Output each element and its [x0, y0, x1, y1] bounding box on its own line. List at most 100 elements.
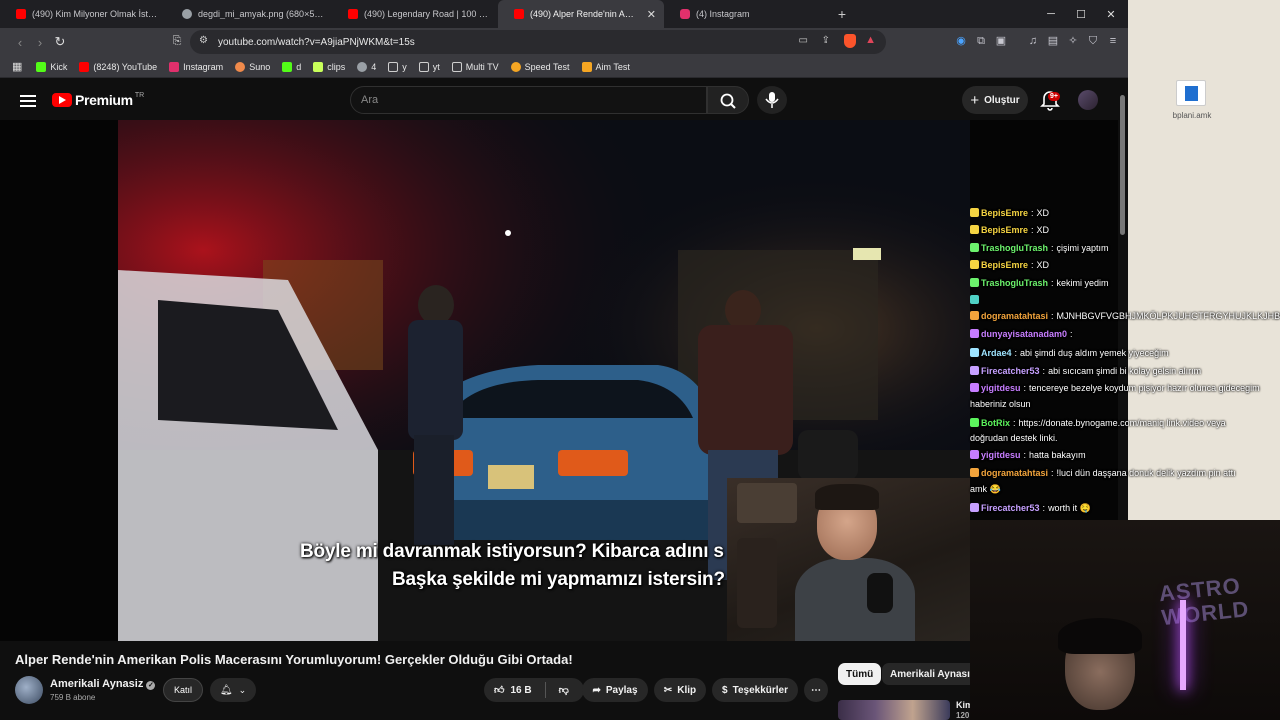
browser-tab-active[interactable]: (490) Alper Rende'nin Amerik ✕ [498, 0, 664, 28]
speech-icon[interactable]: ◉ [954, 34, 968, 48]
rewards-icon[interactable]: ▲ [865, 34, 876, 46]
bookmark-speedtest[interactable]: Speed Test [510, 61, 570, 72]
browser-tab[interactable]: (4) Instagram [664, 0, 830, 28]
bookmark-multitv[interactable]: Multi TV [451, 61, 499, 72]
bookmark-label: Kick [50, 61, 68, 72]
subscription-notify-button[interactable]: 🔔︎ ⌄ [210, 678, 256, 702]
thanks-button[interactable]: $ Teşekkürler [712, 678, 798, 702]
chat-badge-icon [970, 348, 979, 357]
bookmark-aimtest[interactable]: Aim Test [581, 61, 630, 72]
chat-separator: : [1031, 260, 1034, 270]
chat-username: BotRix [981, 418, 1010, 428]
chat-separator: : [1051, 468, 1054, 478]
search-button[interactable] [707, 86, 749, 114]
vpn-icon[interactable]: ⛉ [1086, 34, 1100, 48]
voice-search-button[interactable] [757, 86, 787, 114]
brave-shield-icon[interactable] [844, 34, 856, 48]
dislike-button[interactable]: 👎︎ [559, 684, 569, 696]
menu-icon[interactable]: ≡ [1106, 34, 1120, 48]
create-button[interactable]: + Oluştur [962, 86, 1028, 114]
channel-name[interactable]: Amerikali Aynasiz ✓ [50, 678, 156, 690]
neon-sign: ASTRO WORLD [1157, 572, 1251, 631]
address-field[interactable]: ⚙ youtube.com/watch?v=A9jiaPNjWKM&t=15s … [190, 30, 886, 54]
tab-title: (4) Instagram [696, 9, 750, 19]
chat-text: abi şimdi duş aldım yemek yiyeceğim [1020, 348, 1169, 358]
bookmark-kick[interactable]: Kick [36, 61, 68, 72]
bookmark-label: 4 [371, 61, 377, 72]
clip-label: Klip [677, 684, 697, 696]
screenshot-icon[interactable]: ▣ [994, 34, 1008, 48]
share-button[interactable]: ➦ Paylaş [582, 678, 648, 702]
bookmark-4[interactable]: 4 [357, 61, 377, 72]
channel-avatar[interactable] [15, 676, 43, 704]
close-window-icon[interactable]: ✕ [1096, 0, 1126, 28]
bookmark-folder-y[interactable]: y [388, 61, 407, 72]
back-icon[interactable]: ‹ [10, 35, 30, 50]
bookmark-icon[interactable]: ⎘ [170, 34, 184, 48]
clip-button[interactable]: ✂ Klip [654, 678, 706, 702]
bookmark-clips[interactable]: clips [313, 61, 345, 72]
browser-tab[interactable]: (490) Legendary Road | 100 km/h - Y [332, 0, 498, 28]
chat-badge-icon [970, 260, 979, 269]
wallet-icon[interactable]: ▤ [1046, 34, 1060, 48]
chat-message: BepisEmre: XD [970, 207, 1049, 220]
chat-separator: : [1051, 311, 1054, 321]
account-avatar[interactable] [1078, 90, 1098, 110]
music-icon[interactable]: ♫ [1026, 34, 1040, 48]
microphone [867, 573, 893, 613]
more-actions-button[interactable]: ⋯ [804, 678, 828, 702]
search-icon [720, 93, 736, 109]
video-title: Alper Rende'nin Amerikan Polis Macerasın… [15, 652, 573, 667]
host-webcam-overlay [727, 478, 970, 641]
chip-all[interactable]: Tümü [838, 663, 882, 685]
site-info-icon[interactable]: ⚙ [199, 35, 208, 46]
chat-badge-icon [970, 418, 979, 427]
bookmark-d[interactable]: d [282, 61, 301, 72]
file-icon[interactable] [1176, 80, 1206, 106]
browser-tab[interactable]: degdi_mi_amyak.png (680×580) [166, 0, 332, 28]
apps-grid-icon[interactable]: ▦ [12, 60, 22, 73]
bookmark-youtube[interactable]: (8248) YouTube [79, 61, 157, 72]
chat-message: Firecatcher53: abi sıcıcam şimdi bi kolay… [970, 365, 1201, 378]
chip-channel[interactable]: Amerikali Aynasız [882, 663, 983, 685]
host-shirt [795, 558, 915, 641]
divider [544, 682, 546, 698]
share-icon[interactable]: ⇪ [822, 35, 830, 46]
join-button[interactable]: Katıl [163, 678, 203, 702]
bookmark-folder-yt[interactable]: yt [418, 61, 440, 72]
recommended-video-thumbnail[interactable] [838, 700, 950, 720]
instagram-icon [169, 61, 180, 72]
chat-separator: : [1031, 225, 1034, 235]
like-dislike-group: 👍︎ 16 B 👎︎ [484, 678, 584, 702]
ai-icon[interactable]: ✧ [1066, 34, 1080, 48]
aimtest-icon [581, 61, 592, 72]
chat-username: dogramatahtasi [981, 311, 1049, 321]
youtube-premium-logo[interactable]: Premium TR [52, 92, 144, 108]
chat-separator: : [1014, 348, 1018, 358]
new-tab-button[interactable]: + [830, 6, 854, 22]
maximize-icon[interactable]: ☐ [1066, 0, 1096, 28]
share-label: Paylaş [605, 684, 638, 696]
chat-message: dunyayisatanadam0: [970, 328, 1076, 341]
cast-icon[interactable]: ▭ [799, 35, 808, 46]
extensions-icon[interactable]: ⧉ [974, 34, 988, 48]
subtitle-line-2: Başka şekilde mi yapmamızı istersin? [392, 569, 725, 590]
chat-text: haberiniz olsun [970, 399, 1031, 409]
chat-text: abi sıcıcam şimdi bi kolay gelsin alırım [1048, 366, 1202, 376]
browser-tab[interactable]: (490) Kim Milyoner Olmak İster? 120 [0, 0, 166, 28]
chat-username: Firecatcher53 [981, 503, 1040, 513]
bookmark-suno[interactable]: Suno [235, 61, 270, 72]
search-input[interactable]: Ara [350, 86, 707, 114]
reload-icon[interactable]: ↻ [50, 34, 70, 50]
hamburger-menu-icon[interactable] [20, 92, 36, 108]
globe-icon [182, 9, 192, 19]
like-button[interactable]: 👍︎ 16 B [494, 684, 532, 697]
forward-icon[interactable]: › [30, 35, 50, 50]
minimize-icon[interactable]: ─ [1036, 0, 1066, 28]
chat-text: worth it 🤤 [1048, 503, 1091, 513]
chat-message: Firecatcher53: worth it 🤤 [970, 502, 1091, 515]
close-tab-icon[interactable]: ✕ [647, 8, 656, 21]
bookmark-instagram[interactable]: Instagram [169, 61, 223, 72]
bookmark-label: Speed Test [524, 61, 570, 72]
chat-text: MJNHBGVFVGBHJMKÖLPKJUHGTFRGYHUJKLKJHBGV [1056, 311, 1280, 321]
